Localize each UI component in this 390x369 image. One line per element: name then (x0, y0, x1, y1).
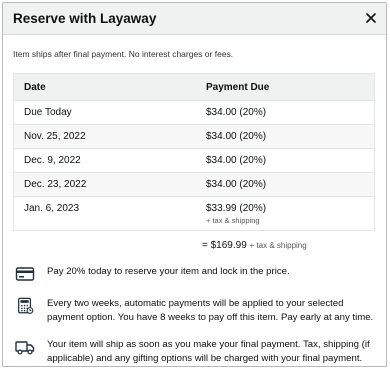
row-date: Jan. 6, 2023 (24, 203, 80, 214)
table-row: Dec. 23, 2022 $34.00 (20%) (14, 172, 374, 196)
row-date: Nov. 25, 2022 (24, 131, 86, 142)
row-amount: $34.00 (20%) (206, 107, 267, 118)
row-amount: $34.00 (20%) (206, 131, 267, 142)
total-line: = $169.99 + tax & shipping (202, 240, 307, 251)
row-amount: $33.99 (20%) (206, 203, 267, 214)
row-date: Dec. 9, 2022 (24, 155, 81, 166)
header-payment-due: Payment Due (206, 81, 270, 93)
credit-card-icon (15, 267, 35, 281)
table-row: Due Today $34.00 (20%) (14, 100, 374, 124)
info-text: Your item will ship as soon as you make … (47, 339, 370, 364)
close-icon (366, 13, 376, 23)
table-row: Dec. 9, 2022 $34.00 (20%) (14, 148, 374, 172)
row-amount: $34.00 (20%) (206, 179, 267, 190)
calculator-icon (18, 297, 34, 314)
info-text: Every two weeks, automatic payments will… (47, 298, 374, 323)
total-note: + tax & shipping (249, 241, 307, 250)
modal-title: Reserve with Layaway (13, 11, 157, 26)
intro-text: Item ships after final payment. No inter… (13, 49, 234, 59)
modal-header: Reserve with Layaway (3, 3, 386, 35)
table-row: Nov. 25, 2022 $34.00 (20%) (14, 124, 374, 148)
table-row: Jan. 6, 2023 $33.99 (20%) + tax & shippi… (14, 196, 374, 230)
info-row-auto-payments: Every two weeks, automatic payments will… (15, 297, 375, 325)
row-amount-cell: $33.99 (20%) + tax & shipping (206, 203, 374, 225)
info-text: Pay 20% today to reserve your item and l… (47, 266, 290, 277)
row-amount: $34.00 (20%) (206, 155, 267, 166)
row-amount-note: + tax & shipping (206, 216, 260, 225)
header-date: Date (24, 81, 46, 93)
payment-schedule-table: Date Payment Due Due Today $34.00 (20%) … (13, 73, 375, 231)
truck-icon (15, 341, 35, 355)
info-row-shipping: Your item will ship as soon as you make … (15, 338, 375, 366)
total-amount: = $169.99 (202, 240, 247, 251)
close-button[interactable] (362, 9, 380, 27)
row-date: Dec. 23, 2022 (24, 179, 87, 190)
table-header: Date Payment Due (14, 74, 374, 100)
row-date: Due Today (24, 107, 72, 118)
layaway-modal: Reserve with Layaway Item ships after fi… (2, 2, 387, 367)
info-row-pay-today: Pay 20% today to reserve your item and l… (15, 265, 375, 283)
